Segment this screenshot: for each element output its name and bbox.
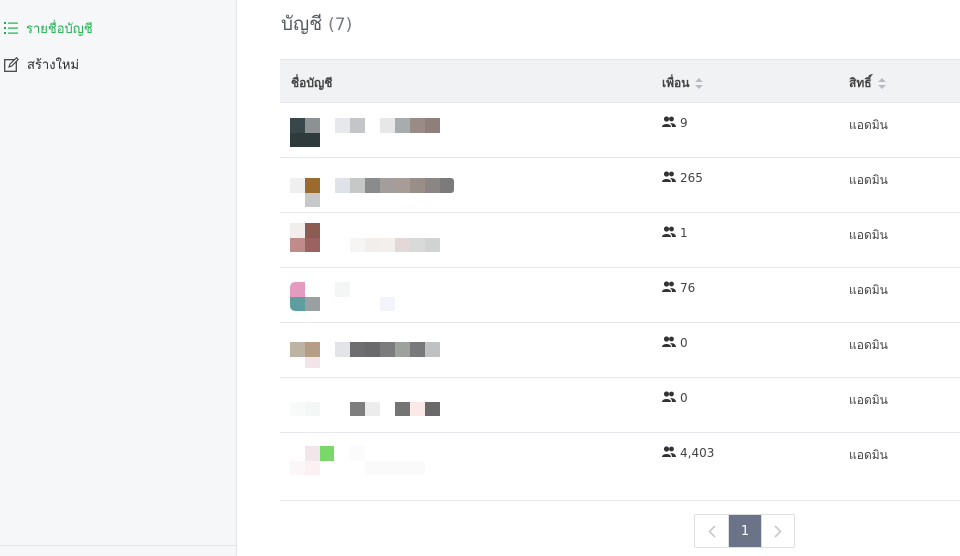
- role-value: แอดมิน: [849, 448, 888, 462]
- page-title: บัญชี (7): [281, 9, 352, 39]
- column-header-name: ชื่อบัญชี: [291, 74, 332, 93]
- sort-icon[interactable]: [877, 78, 886, 89]
- users-icon: [662, 336, 676, 350]
- friends-count: 76: [662, 281, 695, 295]
- users-icon: [662, 446, 676, 460]
- table-row[interactable]: 0 แอดมิน: [280, 323, 960, 378]
- friends-value: 9: [680, 116, 688, 130]
- users-icon: [662, 116, 676, 130]
- table-row[interactable]: 9 แอดมิน: [280, 103, 960, 158]
- friends-count: 4,403: [662, 446, 714, 460]
- role-value: แอดมิน: [849, 283, 888, 297]
- users-icon: [662, 391, 676, 405]
- users-icon: [662, 281, 676, 295]
- friends-value: 265: [680, 171, 703, 185]
- table-row[interactable]: 76 แอดมิน: [280, 268, 960, 323]
- friends-count: 9: [662, 116, 688, 130]
- sidebar: รายชื่อบัญชี สร้างใหม่: [0, 0, 237, 556]
- role-value: แอดมิน: [849, 393, 888, 407]
- column-header-role-label: สิทธิ์: [849, 76, 872, 90]
- table-row[interactable]: 0 แอดมิน: [280, 378, 960, 433]
- friends-count: 265: [662, 171, 703, 185]
- edit-icon: [4, 56, 19, 72]
- page-title-text: บัญชี: [281, 13, 323, 35]
- chevron-left-icon: [707, 524, 716, 538]
- account-count: (7): [328, 15, 353, 35]
- friends-value: 1: [680, 226, 688, 240]
- pagination-prev-button[interactable]: [695, 515, 728, 547]
- sort-icon[interactable]: [695, 78, 704, 89]
- sidebar-divider: [0, 545, 236, 546]
- role-value: แอดมิน: [849, 118, 888, 132]
- role-value: แอดมิน: [849, 228, 888, 242]
- friends-value: 0: [680, 336, 688, 350]
- table-row[interactable]: 265 แอดมิน: [280, 158, 960, 213]
- main-content: บัญชี (7) ชื่อบัญชี เพื่อน สิทธิ์ 9 แอดม…: [237, 0, 960, 556]
- pagination: 1: [694, 514, 795, 548]
- list-icon: [4, 21, 18, 35]
- friends-value: 0: [680, 391, 688, 405]
- table-row[interactable]: 1 แอดมิน: [280, 213, 960, 268]
- sidebar-item-label: รายชื่อบัญชี: [26, 21, 93, 37]
- sidebar-item-label: สร้างใหม่: [27, 57, 80, 73]
- friends-value: 4,403: [680, 446, 715, 460]
- pagination-page-1[interactable]: 1: [728, 515, 761, 547]
- table-header: ชื่อบัญชี เพื่อน สิทธิ์: [280, 59, 960, 103]
- sidebar-item-account-list[interactable]: รายชื่อบัญชี: [4, 17, 93, 39]
- friends-count: 0: [662, 391, 688, 405]
- role-value: แอดมิน: [849, 173, 888, 187]
- friends-count: 0: [662, 336, 688, 350]
- friends-count: 1: [662, 226, 688, 240]
- role-value: แอดมิน: [849, 338, 888, 352]
- pagination-next-button[interactable]: [761, 515, 794, 547]
- column-header-friends-label: เพื่อน: [662, 76, 690, 90]
- users-icon: [662, 226, 676, 240]
- column-header-role[interactable]: สิทธิ์: [849, 74, 886, 93]
- users-icon: [662, 171, 676, 185]
- chevron-right-icon: [774, 524, 782, 538]
- accounts-table: ชื่อบัญชี เพื่อน สิทธิ์ 9 แอดมิน 265 แอด…: [280, 59, 960, 501]
- column-header-friends[interactable]: เพื่อน: [662, 74, 704, 93]
- table-row[interactable]: 4,403 แอดมิน: [280, 433, 960, 501]
- column-header-name-label: ชื่อบัญชี: [291, 76, 333, 90]
- friends-value: 76: [680, 281, 696, 295]
- app-window: รายชื่อบัญชี สร้างใหม่ บัญชี (7) ชื่อบัญ…: [0, 0, 960, 556]
- sidebar-item-create-new[interactable]: สร้างใหม่: [4, 53, 79, 75]
